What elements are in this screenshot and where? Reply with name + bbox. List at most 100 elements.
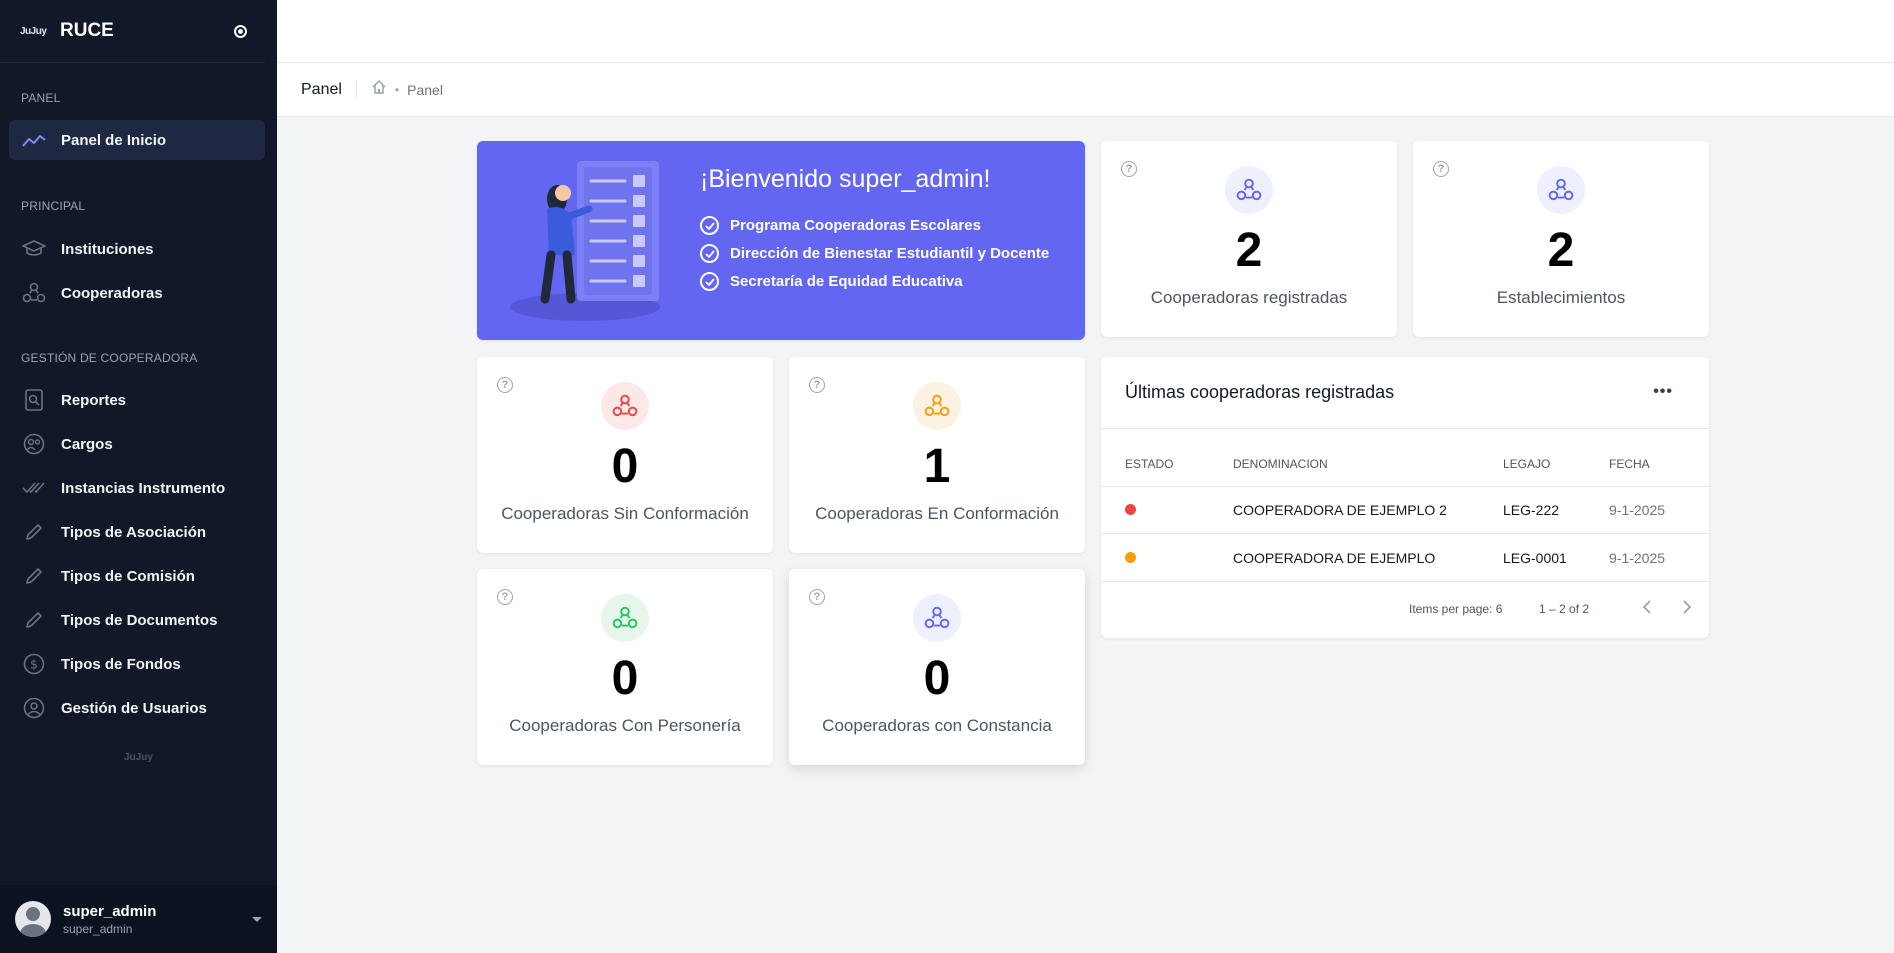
- help-icon[interactable]: ?: [497, 589, 513, 605]
- welcome-item: Dirección de Bienestar Estudiantil y Doc…: [700, 244, 1049, 263]
- pencil-icon: [21, 563, 47, 589]
- sidebar-item-instancias-instrumento[interactable]: Instancias Instrumento: [9, 468, 265, 508]
- section-panel: PANEL: [21, 91, 61, 105]
- sidebar-item-tipos-de-asociacion[interactable]: Tipos de Asociación: [9, 512, 265, 552]
- welcome-item-text: Dirección de Bienestar Estudiantil y Doc…: [730, 245, 1050, 262]
- help-icon[interactable]: ?: [809, 589, 825, 605]
- breadcrumb-separator: •: [394, 82, 400, 97]
- cooperadoras-icon: [21, 280, 47, 306]
- cargos-icon: [21, 431, 47, 457]
- page-title: Panel: [301, 80, 357, 99]
- help-icon[interactable]: ?: [809, 377, 825, 393]
- section-principal: PRINCIPAL: [21, 199, 86, 213]
- sidebar-item-label: Cargos: [61, 435, 113, 453]
- cell-denominacion: COOPERADORA DE EJEMPLO: [1233, 550, 1436, 566]
- sidebar-item-cargos[interactable]: Cargos: [9, 424, 265, 464]
- stat-value: 1: [923, 440, 951, 493]
- user-menu[interactable]: super_admin super_admin: [0, 885, 277, 953]
- check-circle-icon: [700, 216, 719, 235]
- sidebar-item-reportes[interactable]: Reportes: [9, 380, 265, 420]
- table-title: Últimas cooperadoras registradas: [1125, 382, 1395, 402]
- cooperadoras-icon: [913, 594, 961, 642]
- stat-label: Cooperadoras Con Personería: [509, 716, 741, 735]
- dollar-icon: $: [21, 651, 47, 677]
- divider: [1101, 533, 1709, 534]
- app-title: RUCE: [60, 20, 114, 41]
- sidebar-item-tipos-de-comision[interactable]: Tipos de Comisión: [9, 556, 265, 596]
- stat-label: Establecimientos: [1496, 288, 1626, 307]
- user-circle-icon: [21, 695, 47, 721]
- cooperadoras-icon: [601, 594, 649, 642]
- sidebar-item-label: Cooperadoras: [61, 284, 163, 302]
- welcome-illustration: [510, 161, 660, 321]
- divider: [1101, 428, 1709, 429]
- stat-value: 0: [611, 652, 639, 705]
- sidebar: JuJuy RUCE PANEL Panel de Inicio PRINCIP…: [0, 0, 277, 953]
- stat-card-sin-conformacion: ? 0 Cooperadoras Sin Conformación: [477, 357, 773, 553]
- stat-value: 0: [923, 652, 951, 705]
- status-dot: [1125, 504, 1136, 515]
- sidebar-item-label: Gestión de Usuarios: [61, 699, 207, 717]
- sidebar-item-label: Tipos de Documentos: [61, 611, 218, 629]
- check-circle-icon: [700, 244, 719, 263]
- user-subtitle: super_admin: [63, 921, 133, 936]
- footer-logo: JuJuy: [124, 752, 153, 763]
- sidebar-item-label: Reportes: [61, 391, 127, 409]
- caret-down-icon[interactable]: [252, 916, 262, 922]
- welcome-item-text: Secretaría de Equidad Educativa: [730, 273, 963, 290]
- welcome-item: Secretaría de Equidad Educativa: [700, 272, 963, 291]
- sidebar-item-panel-de-inicio[interactable]: Panel de Inicio: [9, 120, 265, 160]
- help-icon[interactable]: ?: [1433, 161, 1449, 177]
- help-icon[interactable]: ?: [497, 377, 513, 393]
- sidebar-item-label: Instituciones: [61, 240, 154, 258]
- chart-line-icon: [21, 127, 47, 153]
- stat-card-con-personeria: ? 0 Cooperadoras Con Personería: [477, 569, 773, 765]
- graduation-cap-icon: [21, 236, 47, 262]
- breadcrumb-current: Panel: [407, 81, 443, 98]
- report-icon: [21, 387, 47, 413]
- sidebar-item-label: Tipos de Comisión: [61, 567, 195, 585]
- items-per-page[interactable]: Items per page: 6: [1409, 602, 1502, 616]
- svg-text:$: $: [30, 658, 38, 672]
- welcome-item-text: Programa Cooperadoras Escolares: [730, 217, 981, 234]
- breadcrumb: Panel • Panel: [277, 63, 1894, 117]
- cell-denominacion: COOPERADORA DE EJEMPLO 2: [1233, 502, 1447, 518]
- stat-card-registradas: ? 2 Cooperadoras registradas: [1101, 141, 1397, 337]
- welcome-title: ¡Bienvenido super_admin!: [700, 165, 991, 193]
- stat-value: 2: [1235, 224, 1263, 277]
- sidebar-item-instituciones[interactable]: Instituciones: [9, 229, 265, 269]
- column-header-legajo: LEGAJO: [1503, 457, 1551, 471]
- user-name: super_admin: [63, 902, 157, 920]
- section-gestion: GESTIÓN DE COOPERADORA: [21, 351, 198, 365]
- avatar: [15, 901, 51, 937]
- cooperadoras-icon: [913, 382, 961, 430]
- cell-fecha: 9-1-2025: [1609, 550, 1666, 566]
- stat-card-con-constancia: ? 0 Cooperadoras con Constancia: [789, 569, 1085, 765]
- prev-page-icon[interactable]: [1637, 597, 1657, 617]
- help-icon[interactable]: ?: [1121, 161, 1137, 177]
- sidebar-item-tipos-de-fondos[interactable]: $ Tipos de Fondos: [9, 644, 265, 684]
- column-header-estado: ESTADO: [1125, 457, 1174, 471]
- divider: [1101, 486, 1709, 487]
- stat-value: 2: [1547, 224, 1575, 277]
- sidebar-item-cooperadoras[interactable]: Cooperadoras: [9, 273, 265, 313]
- cooperadoras-icon: [1537, 166, 1585, 214]
- more-options-icon[interactable]: •••: [1653, 383, 1673, 401]
- stat-card-establecimientos: ? 2 Establecimientos: [1413, 141, 1709, 337]
- pencil-icon: [21, 519, 47, 545]
- cell-legajo: LEG-0001: [1503, 550, 1567, 566]
- sidebar-item-gestion-de-usuarios[interactable]: Gestión de Usuarios: [9, 688, 265, 728]
- sidebar-item-label: Tipos de Asociación: [61, 523, 207, 541]
- sidebar-toggle-icon[interactable]: [234, 24, 247, 38]
- latest-cooperadoras-card: Últimas cooperadoras registradas ••• EST…: [1101, 357, 1709, 638]
- column-header-denominacion: DENOMINACION: [1233, 457, 1328, 471]
- sidebar-header: JuJuy RUCE: [0, 0, 265, 63]
- jujuy-logo: JuJuy: [20, 25, 47, 37]
- welcome-card: ¡Bienvenido super_admin! Programa Cooper…: [477, 141, 1085, 340]
- sidebar-item-label: Instancias Instrumento: [61, 479, 226, 497]
- next-page-icon[interactable]: [1677, 597, 1697, 617]
- home-icon[interactable]: [371, 79, 387, 100]
- cooperadoras-icon: [601, 382, 649, 430]
- sidebar-item-tipos-de-documentos[interactable]: Tipos de Documentos: [9, 600, 265, 640]
- page-range: 1 – 2 of 2: [1539, 602, 1590, 616]
